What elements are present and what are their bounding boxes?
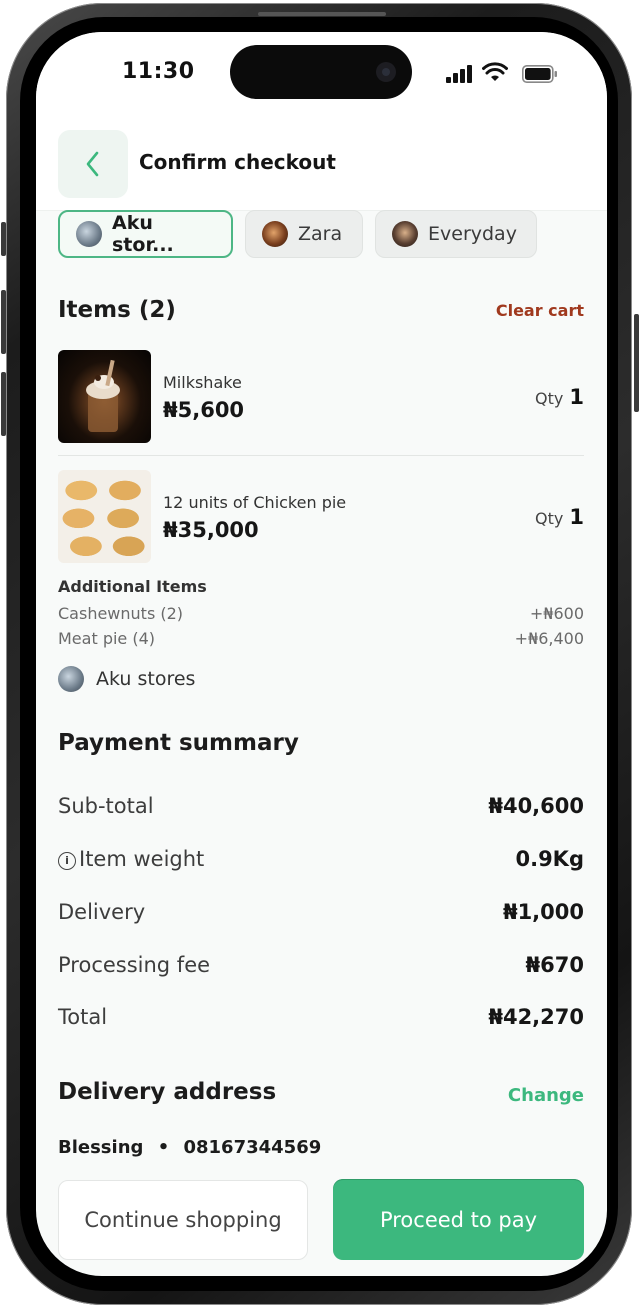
additional-item-row: Meat pie (4) +₦6,400	[58, 629, 584, 648]
milkshake-image	[58, 350, 151, 443]
store-tabs: Aku stor... Zara Everyday	[58, 210, 537, 258]
item-divider	[58, 455, 584, 456]
qty-label: Qty	[535, 509, 564, 528]
continue-shopping-button[interactable]: Continue shopping	[58, 1180, 308, 1260]
contact-phone: 08167344569	[183, 1137, 322, 1158]
page-title: Confirm checkout	[139, 150, 336, 174]
row-value: ₦42,270	[488, 1005, 584, 1029]
change-address-button[interactable]: Change	[508, 1085, 584, 1106]
store-avatar	[262, 221, 288, 247]
status-bar: 11:30	[36, 32, 607, 118]
item-price: ₦5,600	[163, 398, 245, 422]
additional-items-heading: Additional Items	[58, 577, 207, 596]
cellular-signal-icon	[446, 65, 472, 83]
items-heading: Items (2)	[58, 297, 176, 323]
item-name: Milkshake	[163, 373, 242, 392]
store-avatar	[58, 666, 84, 692]
row-label: Sub-total	[58, 794, 154, 818]
info-icon[interactable]: i	[58, 852, 76, 870]
qty-value: 1	[569, 385, 584, 409]
additional-item-label: Cashewnuts (2)	[58, 604, 184, 623]
additional-item-value: +₦6,400	[514, 629, 584, 648]
store-tab-zara[interactable]: Zara	[245, 210, 363, 258]
payment-summary-heading: Payment summary	[58, 730, 299, 756]
milkshake-illustration	[86, 359, 120, 432]
qty-label: Qty	[535, 389, 564, 408]
back-button[interactable]	[58, 130, 128, 198]
qty-value: 1	[569, 505, 584, 529]
store-label: Aku stores	[58, 666, 195, 692]
volume-up-button	[1, 290, 6, 354]
delivery-address-heading: Delivery address	[58, 1079, 277, 1105]
store-name: Aku stores	[96, 668, 196, 690]
row-value: ₦1,000	[502, 900, 584, 924]
store-tab-label: Aku stor...	[112, 212, 174, 256]
store-tab-label: Zara	[298, 223, 343, 245]
item-quantity: Qty 1	[535, 505, 584, 529]
camera-lens	[376, 62, 396, 82]
store-tab-everyday[interactable]: Everyday	[375, 210, 537, 258]
row-value: 0.9Kg	[515, 847, 584, 871]
additional-item-label: Meat pie (4)	[58, 629, 156, 648]
chicken-pie-image	[58, 470, 151, 563]
store-tab-label: Everyday	[428, 223, 517, 245]
proceed-to-pay-button[interactable]: Proceed to pay	[333, 1179, 584, 1260]
wifi-icon	[482, 62, 508, 81]
store-tab-aku[interactable]: Aku stor...	[58, 210, 233, 258]
item-weight-row: i Item weight 0.9Kg	[58, 847, 584, 871]
battery-icon	[522, 65, 557, 83]
additional-item-value: +₦600	[529, 604, 584, 623]
contact-name: Blessing	[58, 1137, 144, 1158]
row-label: Processing fee	[58, 953, 211, 977]
volume-down-button	[1, 372, 6, 436]
speaker-grille	[258, 12, 386, 16]
store-avatar	[392, 221, 418, 247]
row-value: ₦670	[525, 953, 584, 977]
chevron-left-icon	[86, 151, 99, 177]
row-label: Item weight	[79, 847, 205, 871]
app-header: Confirm checkout	[36, 118, 607, 211]
clear-cart-button[interactable]: Clear cart	[496, 301, 584, 320]
row-value: ₦40,600	[488, 794, 584, 818]
store-avatar	[76, 221, 102, 247]
contact-separator: •	[157, 1137, 170, 1158]
screen: 11:30 Confirm checkout Aku stor... Zara …	[36, 32, 607, 1276]
total-row: Total ₦42,270	[58, 1005, 584, 1029]
status-time: 11:30	[122, 59, 195, 84]
additional-item-row: Cashewnuts (2) +₦600	[58, 604, 584, 623]
row-label: Delivery	[58, 900, 146, 924]
delivery-contact: Blessing • 08167344569	[58, 1137, 321, 1158]
row-label: Total	[58, 1005, 108, 1029]
subtotal-row: Sub-total ₦40,600	[58, 794, 584, 818]
processing-fee-row: Processing fee ₦670	[58, 953, 584, 977]
item-price: ₦35,000	[163, 518, 259, 542]
mute-switch	[1, 222, 6, 256]
item-name: 12 units of Chicken pie	[163, 493, 347, 512]
dynamic-island	[230, 45, 412, 99]
item-quantity: Qty 1	[535, 385, 584, 409]
power-button	[634, 314, 639, 412]
delivery-fee-row: Delivery ₦1,000	[58, 900, 584, 924]
